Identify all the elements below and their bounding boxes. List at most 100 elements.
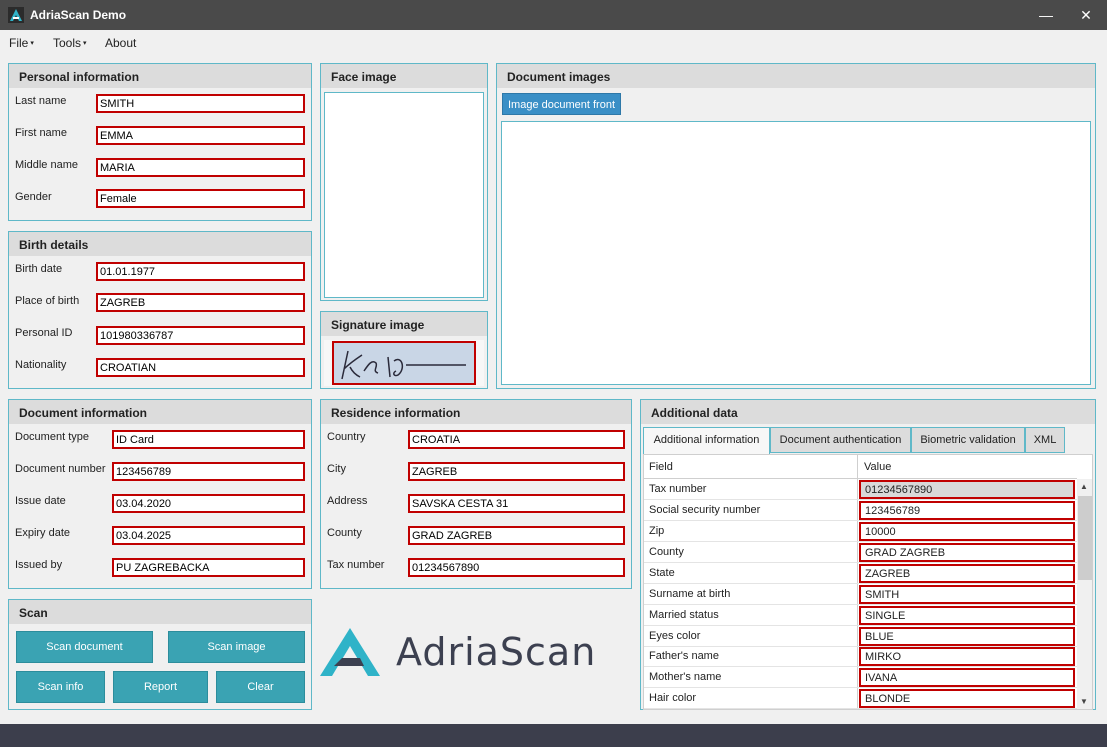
birth-date-label: Birth date (15, 263, 63, 275)
grid-header: Field Value (644, 455, 1077, 479)
table-row[interactable]: State ZAGREB (644, 563, 1077, 584)
signature-frame (324, 340, 484, 386)
cell-field: State (649, 567, 675, 579)
menu-file[interactable]: File ▾ (9, 36, 34, 50)
face-image-panel: Face image (320, 63, 488, 301)
nationality-field[interactable]: CROATIAN (96, 358, 305, 377)
scan-image-button[interactable]: Scan image (168, 631, 305, 663)
cell-value[interactable]: IVANA (859, 668, 1075, 687)
tab-xml[interactable]: XML (1025, 427, 1065, 453)
document-number-field[interactable]: 123456789 (112, 462, 305, 481)
table-row[interactable]: Mother's name IVANA (644, 667, 1077, 688)
column-header-value[interactable]: Value (864, 461, 891, 473)
chevron-down-icon: ▾ (83, 40, 87, 47)
table-row[interactable]: Married status SINGLE (644, 605, 1077, 626)
chevron-down-icon: ▾ (30, 40, 34, 47)
scroll-up-icon[interactable]: ▲ (1080, 482, 1088, 491)
tab-image-document-front[interactable]: Image document front (502, 93, 622, 115)
personal-id-field[interactable]: 101980336787 (96, 326, 305, 345)
cell-value[interactable]: BLUE (859, 627, 1075, 646)
nationality-label: Nationality (15, 359, 67, 371)
tab-biometric-validation[interactable]: Biometric validation (911, 427, 1025, 453)
table-row[interactable]: Hair color BLONDE (644, 688, 1077, 709)
cell-value[interactable]: 123456789 (859, 501, 1075, 520)
scan-document-button[interactable]: Scan document (16, 631, 153, 663)
place-of-birth-field[interactable]: ZAGREB (96, 293, 305, 312)
county-field[interactable]: GRAD ZAGREB (408, 526, 625, 545)
tab-additional-information[interactable]: Additional information (643, 427, 770, 454)
grid-scrollbar[interactable]: ▲ ▼ (1077, 479, 1092, 709)
minimize-button[interactable]: — (1036, 6, 1056, 24)
expiry-date-field[interactable]: 03.04.2025 (112, 526, 305, 545)
tax-number-label: Tax number (327, 559, 385, 571)
table-row[interactable]: Tax number 01234567890 (644, 479, 1077, 500)
middle-name-field[interactable]: MARIA (96, 158, 305, 177)
panel-header: Residence information (321, 400, 631, 424)
document-type-label: Document type (15, 431, 89, 443)
birth-details-panel: Birth details Birth date 01.01.1977 Plac… (8, 231, 312, 389)
menu-tools-label: Tools (53, 36, 82, 50)
scan-info-button[interactable]: Scan info (16, 671, 105, 703)
gender-field[interactable]: Female (96, 189, 305, 208)
signature-image (332, 341, 476, 385)
cell-value[interactable]: 01234567890 (859, 480, 1075, 499)
cell-field: Tax number (649, 483, 707, 495)
additional-data-panel: Additional data Additional information D… (640, 399, 1096, 710)
adriascan-logo: AdriaScan (320, 622, 634, 682)
scroll-down-icon[interactable]: ▼ (1080, 697, 1088, 706)
cell-field: County (649, 546, 684, 558)
additional-data-grid: Field Value Tax number 01234567890 Socia… (643, 454, 1093, 710)
panel-header: Document images (497, 64, 1095, 88)
panel-header: Additional data (641, 400, 1095, 424)
county-label: County (327, 527, 362, 539)
table-row[interactable]: County GRAD ZAGREB (644, 542, 1077, 563)
cell-value[interactable]: SINGLE (859, 606, 1075, 625)
cell-field: Mother's name (649, 671, 722, 683)
first-name-field[interactable]: EMMA (96, 126, 305, 145)
table-row[interactable]: Eyes color BLUE (644, 626, 1077, 647)
table-row[interactable]: Zip 10000 (644, 521, 1077, 542)
panel-header: Scan (9, 600, 311, 624)
gender-label: Gender (15, 191, 52, 203)
cell-value[interactable]: MIRKO (859, 647, 1075, 666)
tab-document-authentication[interactable]: Document authentication (770, 427, 911, 453)
expiry-date-label: Expiry date (15, 527, 71, 539)
cell-value[interactable]: 10000 (859, 522, 1075, 541)
cell-value[interactable]: GRAD ZAGREB (859, 543, 1075, 562)
cell-value[interactable]: ZAGREB (859, 564, 1075, 583)
close-button[interactable]: ✕ (1076, 6, 1096, 24)
country-field[interactable]: CROATIA (408, 430, 625, 449)
scrollbar-thumb[interactable] (1078, 496, 1092, 580)
cell-field: Father's name (649, 650, 719, 662)
table-row[interactable]: Surname at birth SMITH (644, 584, 1077, 605)
panel-header: Birth details (9, 232, 311, 256)
clear-button[interactable]: Clear (216, 671, 305, 703)
city-field[interactable]: ZAGREB (408, 462, 625, 481)
document-type-field[interactable]: ID Card (112, 430, 305, 449)
issued-by-field[interactable]: PU ZAGREBACKA (112, 558, 305, 577)
issue-date-field[interactable]: 03.04.2020 (112, 494, 305, 513)
table-row[interactable]: Social security number 123456789 (644, 500, 1077, 521)
residence-info-panel: Residence information Country CROATIA Ci… (320, 399, 632, 589)
birth-date-field[interactable]: 01.01.1977 (96, 262, 305, 281)
report-button[interactable]: Report (113, 671, 208, 703)
table-row[interactable]: Father's name MIRKO (644, 646, 1077, 667)
column-header-field[interactable]: Field (649, 461, 673, 473)
personal-info-panel: Personal information Last name SMITH Fir… (8, 63, 312, 221)
document-images-panel: Document images Image document front (496, 63, 1096, 389)
last-name-field[interactable]: SMITH (96, 94, 305, 113)
address-field[interactable]: SAVSKA CESTA 31 (408, 494, 625, 513)
panel-header: Face image (321, 64, 487, 88)
menu-tools[interactable]: Tools ▾ (53, 36, 87, 50)
cell-value[interactable]: BLONDE (859, 689, 1075, 708)
city-label: City (327, 463, 346, 475)
menu-about[interactable]: About (105, 36, 136, 50)
menu-file-label: File (9, 36, 29, 50)
tax-number-field[interactable]: 01234567890 (408, 558, 625, 577)
face-image (324, 92, 484, 298)
cell-field: Social security number (649, 504, 761, 516)
first-name-label: First name (15, 127, 67, 139)
personal-id-label: Personal ID (15, 327, 73, 339)
cell-value[interactable]: SMITH (859, 585, 1075, 604)
document-image-view (501, 121, 1091, 385)
